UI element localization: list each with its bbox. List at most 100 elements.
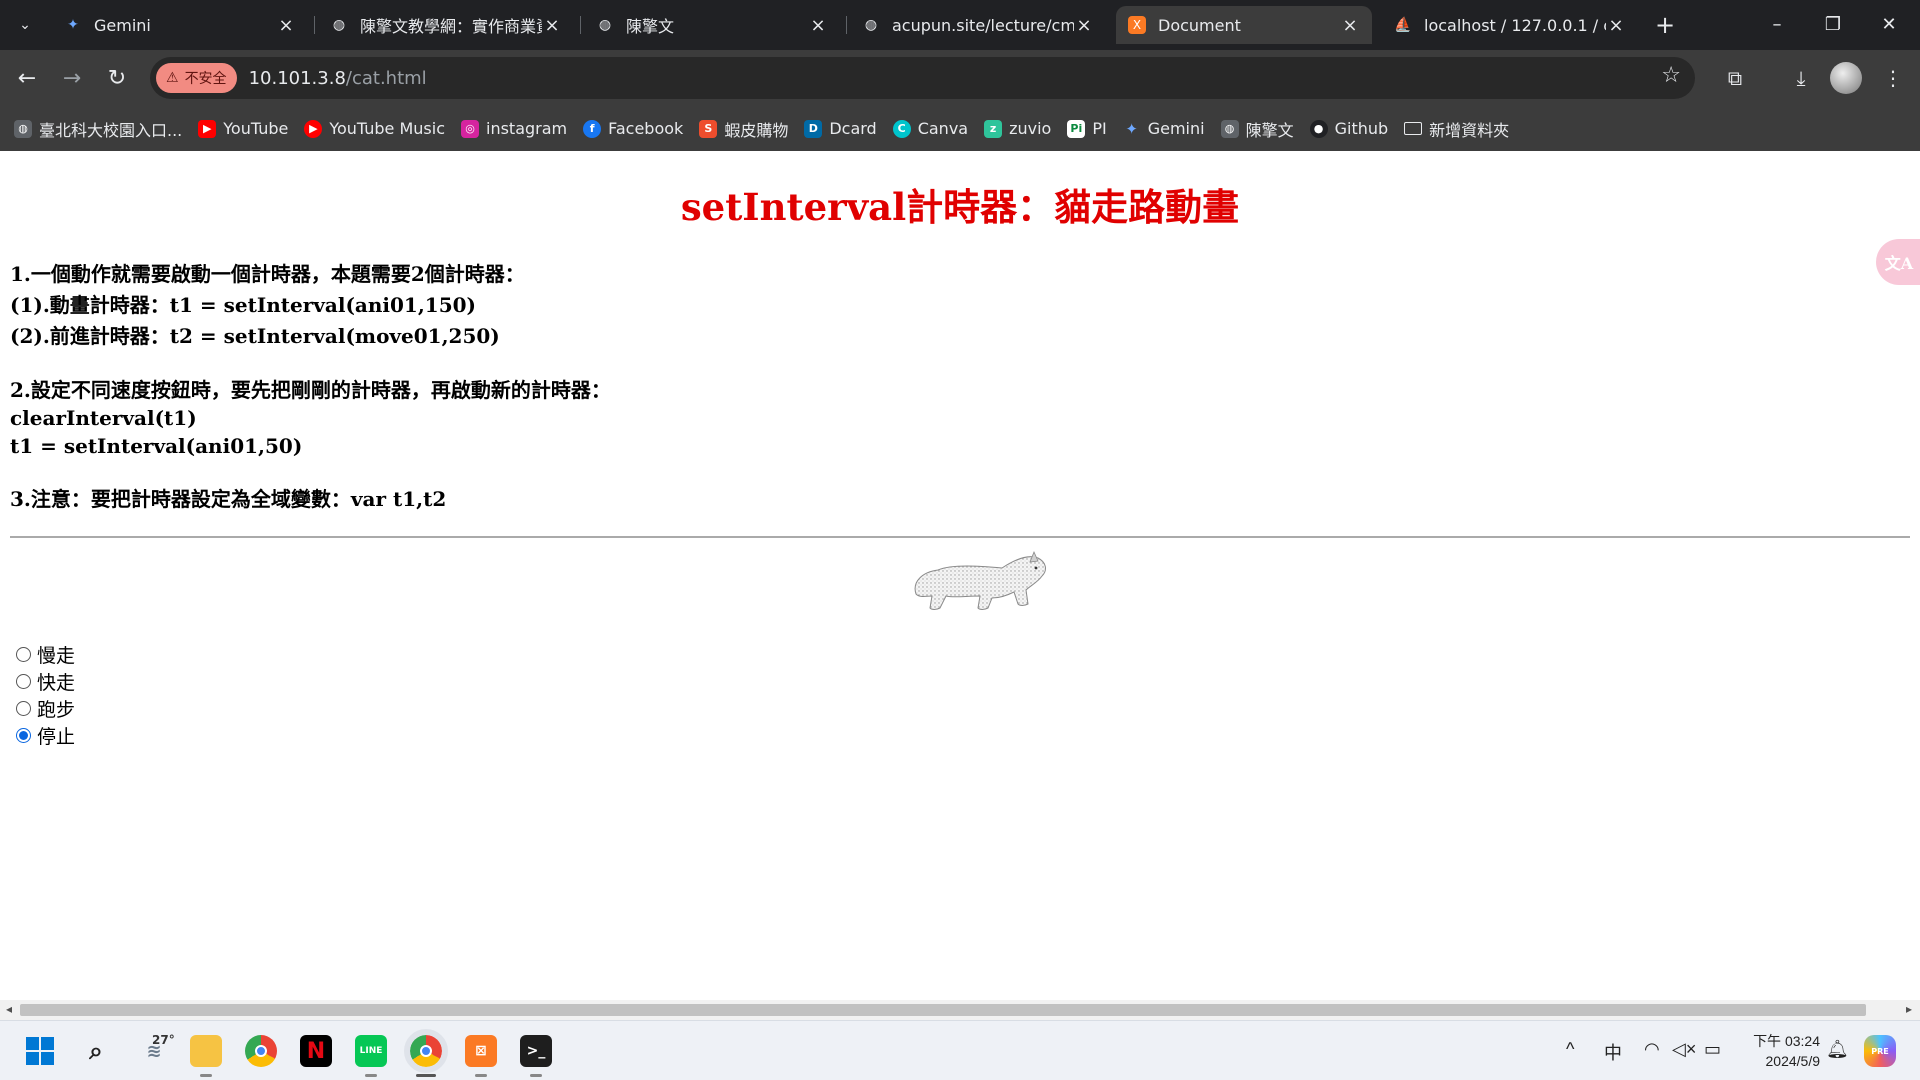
speed-radio-group: 慢走 快走 跑步 停止 xyxy=(16,641,75,749)
clock[interactable]: 下午 03:24 2024/5/9 xyxy=(1740,1031,1820,1071)
scroll-right-icon[interactable]: ▸ xyxy=(1906,1002,1912,1016)
extensions-button[interactable]: ⧉ xyxy=(1717,60,1753,96)
security-label: 不安全 xyxy=(184,71,227,87)
tab-gemini[interactable]: ✦ Gemini × xyxy=(52,6,308,44)
start-button[interactable] xyxy=(24,1035,56,1067)
minimize-button[interactable]: – xyxy=(1750,8,1804,40)
gemini-icon: ✦ xyxy=(1125,119,1138,138)
bookmark-star-button[interactable]: ☆ xyxy=(1661,63,1681,88)
bookmark-canva[interactable]: C Canva xyxy=(892,119,968,138)
window-close-button[interactable]: ✕ xyxy=(1862,8,1916,40)
radio-button[interactable] xyxy=(16,647,31,662)
bookmark-shopee[interactable]: S 蝦皮購物 xyxy=(699,117,788,141)
search-button[interactable]: ⌕ xyxy=(80,1035,112,1067)
bookmark-ntut[interactable]: ◍ 臺北科大校園入口... xyxy=(14,117,182,141)
downloads-button[interactable]: ⤓ xyxy=(1783,60,1819,96)
xampp-icon: X xyxy=(1128,16,1146,34)
globe-icon: ◍ xyxy=(332,17,346,33)
close-icon[interactable]: × xyxy=(1340,15,1360,36)
tab-title: 陳擎文 xyxy=(626,17,675,36)
tab-document[interactable]: X Document × xyxy=(1116,6,1372,44)
chrome-app[interactable] xyxy=(245,1035,277,1067)
back-button[interactable]: ← xyxy=(9,60,45,96)
tab-author[interactable]: ◍ 陳擎文 × xyxy=(584,6,840,44)
taskbar: ⌕ ≋ 27° N LINE ⊠ >_ ^ 中 ◠ ◁× ▭ 下午 03:24 … xyxy=(0,1020,1920,1080)
shopee-icon: S xyxy=(699,119,718,138)
bookmark-author[interactable]: ◍ 陳擎文 xyxy=(1220,117,1294,141)
bookmark-instagram[interactable]: ◎ instagram xyxy=(461,119,567,138)
volume-muted-icon[interactable]: ◁× xyxy=(1672,1039,1696,1060)
bookmark-folder[interactable]: 新增資料夾 xyxy=(1404,117,1509,141)
tab-title: 陳擎文教學網：實作商業資 xyxy=(360,17,542,36)
gemini-icon: ✦ xyxy=(67,17,79,33)
forward-button[interactable]: → xyxy=(54,60,90,96)
restore-button[interactable]: ❐ xyxy=(1806,8,1860,40)
menu-button[interactable]: ⋮ xyxy=(1875,60,1911,96)
copilot-app[interactable]: PRE xyxy=(1864,1035,1896,1067)
scroll-left-icon[interactable]: ◂ xyxy=(6,1002,12,1016)
netflix-app[interactable]: N xyxy=(300,1035,332,1067)
bookmark-pi[interactable]: Pi PI xyxy=(1067,119,1107,138)
ime-indicator[interactable]: 中 xyxy=(1604,1039,1622,1065)
radio-fast-walk[interactable]: 快走 xyxy=(16,668,75,695)
bookmark-dcard[interactable]: D Dcard xyxy=(804,119,877,138)
tab-phpmyadmin[interactable]: ⛵ localhost / 127.0.0.1 / ch0 × xyxy=(1382,6,1638,44)
file-explorer-app[interactable] xyxy=(190,1035,222,1067)
radio-button[interactable] xyxy=(16,674,31,689)
tab-acupun[interactable]: ◍ acupun.site/lecture/cmec × xyxy=(850,6,1106,44)
terminal-app[interactable]: >_ xyxy=(520,1035,552,1067)
bookmark-youtube-music[interactable]: ▶ YouTube Music xyxy=(304,119,445,138)
battery-icon[interactable]: ▭ xyxy=(1704,1039,1721,1060)
weather-widget[interactable]: ≋ 27° xyxy=(134,1033,174,1067)
line-app[interactable]: LINE xyxy=(355,1035,387,1067)
translate-float-button[interactable]: 文A xyxy=(1876,239,1920,285)
new-tab-button[interactable]: + xyxy=(1650,10,1680,40)
note-3: 3.注意：要把計時器設定為全域變數：var t1,t2 xyxy=(10,487,447,511)
profile-avatar[interactable] xyxy=(1830,62,1862,94)
reload-button[interactable]: ↻ xyxy=(99,60,135,96)
radio-run[interactable]: 跑步 xyxy=(16,695,75,722)
xampp-icon: ⊠ xyxy=(475,1043,487,1059)
bookmark-zuvio[interactable]: z zuvio xyxy=(984,119,1051,138)
notification-bell-icon[interactable]: 🔔︎ xyxy=(1826,1039,1849,1060)
close-icon[interactable]: × xyxy=(1606,15,1626,36)
security-chip[interactable]: ⚠ 不安全 xyxy=(156,63,237,93)
tab-separator xyxy=(846,16,847,34)
globe-icon: ◍ xyxy=(598,17,612,33)
bookmark-github[interactable]: ● Github xyxy=(1309,119,1388,138)
bookmark-gemini[interactable]: ✦ Gemini xyxy=(1123,119,1204,138)
wifi-icon[interactable]: ◠ xyxy=(1644,1039,1660,1060)
zuvio-icon: z xyxy=(984,119,1003,138)
address-bar[interactable]: ⚠ 不安全 10.101.3.8/cat.html ☆ xyxy=(150,57,1695,99)
close-icon[interactable]: × xyxy=(1074,15,1094,36)
browser-chrome: ⌄ ✦ Gemini × ◍ 陳擎文教學網：實作商業資 × ◍ 陳擎文 × ◍ … xyxy=(0,0,1920,151)
xampp-app[interactable]: ⊠ xyxy=(465,1035,497,1067)
note-2-line-3: t1 = setInterval(ani01,50) xyxy=(10,434,303,458)
radio-label: 停止 xyxy=(37,727,76,748)
search-icon: ⌕ xyxy=(89,1037,103,1065)
page-viewport: setInterval計時器：貓走路動畫 1.一個動作就需要啟動一個計時器，本題… xyxy=(0,151,1920,1000)
url-text[interactable]: 10.101.3.8/cat.html xyxy=(249,68,427,89)
horizontal-scrollbar[interactable]: ◂ ▸ xyxy=(0,1000,1920,1020)
bookmark-label: Dcard xyxy=(829,119,877,138)
close-icon[interactable]: × xyxy=(276,15,296,36)
close-icon[interactable]: × xyxy=(542,15,562,36)
chrome-app-active[interactable] xyxy=(404,1029,448,1073)
chevron-up-icon[interactable]: ^ xyxy=(1566,1039,1574,1060)
tab-lecture-site[interactable]: ◍ 陳擎文教學網：實作商業資 × xyxy=(318,6,574,44)
app-indicator xyxy=(530,1074,542,1077)
radio-slow-walk[interactable]: 慢走 xyxy=(16,641,75,668)
radio-label: 跑步 xyxy=(37,700,76,721)
radio-stop[interactable]: 停止 xyxy=(16,722,75,749)
note-2-line-2: clearInterval(t1) xyxy=(10,406,197,430)
radio-button[interactable] xyxy=(16,701,31,716)
bookmark-facebook[interactable]: f Facebook xyxy=(583,119,683,138)
reload-icon: ↻ xyxy=(107,65,127,91)
scrollbar-thumb[interactable] xyxy=(20,1004,1866,1016)
tab-search-button[interactable]: ⌄ xyxy=(10,10,40,40)
radio-button[interactable] xyxy=(16,728,31,743)
bookmark-youtube[interactable]: ▶ YouTube xyxy=(198,119,288,138)
bookmark-label: PI xyxy=(1092,119,1107,138)
close-icon[interactable]: × xyxy=(808,15,828,36)
folder-icon xyxy=(1404,122,1423,135)
